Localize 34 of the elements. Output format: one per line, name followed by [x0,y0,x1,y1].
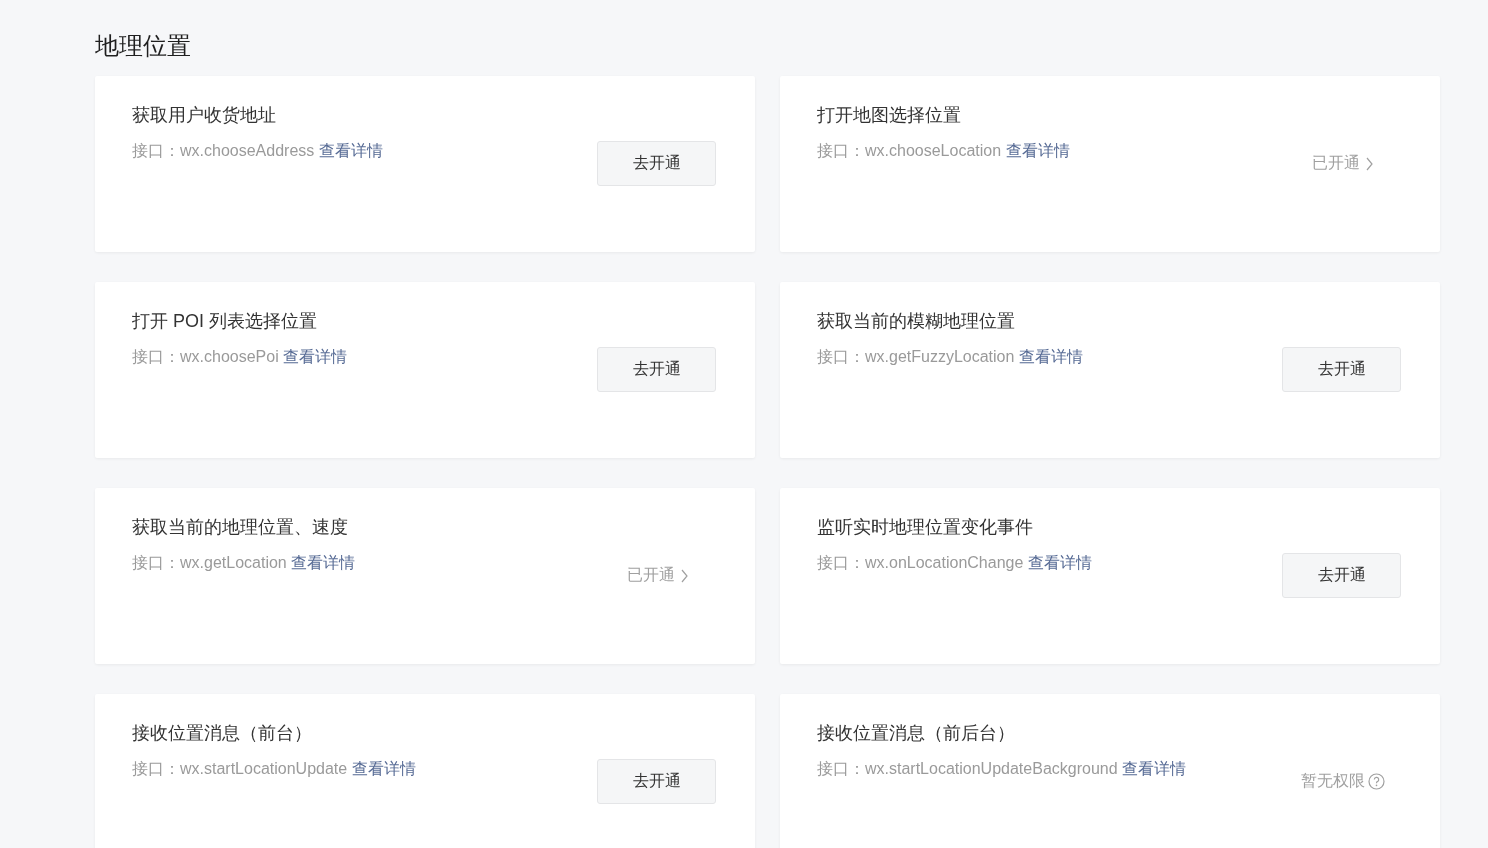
details-link[interactable]: 查看详情 [1122,760,1187,777]
card-title: 接收位置消息（前台） [132,722,312,745]
status-label: 暂无权限 [1301,771,1365,791]
details-link[interactable]: 查看详情 [351,760,416,777]
card-title: 获取当前的地理位置、速度 [132,516,348,539]
activate-button[interactable]: 去开通 [1282,553,1401,598]
api-description: 接口：wx.chooseAddress 查看详情 [132,141,383,161]
activate-button[interactable]: 去开通 [1282,347,1401,392]
activate-button[interactable]: 去开通 [597,141,716,186]
api-description: 接口：wx.startLocationUpdate 查看详情 [132,759,416,779]
api-description: 接口：wx.startLocationUpdateBackground 查看详情 [817,759,1187,779]
api-description: 接口：wx.chooseLocation 查看详情 [817,141,1070,161]
card-title: 获取用户收货地址 [132,104,276,127]
api-description: 接口：wx.choosePoi 查看详情 [132,347,348,367]
details-link[interactable]: 查看详情 [1027,554,1092,571]
card-title: 获取当前的模糊地理位置 [817,310,1015,333]
details-link[interactable]: 查看详情 [283,348,348,365]
card-title: 打开地图选择位置 [817,104,961,127]
chevron-right-icon[interactable] [681,568,688,583]
card-title: 接收位置消息（前后台） [817,722,1015,745]
details-link[interactable]: 查看详情 [291,554,356,571]
api-description: 接口：wx.onLocationChange 查看详情 [817,553,1092,573]
activate-button[interactable]: 去开通 [597,347,716,392]
activate-button[interactable]: 去开通 [597,759,716,804]
api-description: 接口：wx.getFuzzyLocation 查看详情 [817,347,1083,367]
details-link[interactable]: 查看详情 [1005,142,1070,159]
section-title: 地理位置 [95,31,191,61]
api-description: 接口：wx.getLocation 查看详情 [132,553,356,573]
card-title: 打开 POI 列表选择位置 [132,310,317,333]
details-link[interactable]: 查看详情 [318,142,383,159]
details-link[interactable]: 查看详情 [1018,348,1083,365]
chevron-right-icon[interactable] [1366,156,1373,171]
help-icon[interactable] [1368,773,1385,790]
card-title: 监听实时地理位置变化事件 [817,516,1033,539]
